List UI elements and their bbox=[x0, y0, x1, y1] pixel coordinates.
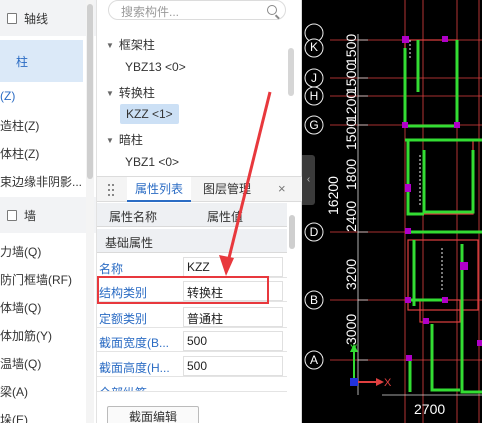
ucs-x-label: X bbox=[384, 377, 392, 389]
prop-scroll-thumb[interactable] bbox=[289, 215, 295, 249]
tree-scrollbar[interactable] bbox=[288, 24, 294, 174]
close-icon[interactable]: × bbox=[278, 181, 286, 196]
tree-group-transfer-column[interactable]: ▼ 转换柱 bbox=[106, 84, 155, 101]
prop-row-all-rebar: 全部纵筋 bbox=[97, 380, 287, 392]
left-nav: 轴线 柱 (Z) 造柱(Z) 体柱(Z) 束边缘非阴影... 墙 力墙(Q) 防… bbox=[0, 0, 97, 423]
prop-scrollbar[interactable] bbox=[289, 215, 295, 355]
axis-label-g: G bbox=[309, 118, 318, 132]
axis-label-h: H bbox=[310, 89, 319, 103]
axis-label-j: J bbox=[311, 71, 317, 85]
nav-item-insulation-wall[interactable]: 温墙(Q) bbox=[0, 355, 41, 372]
prop-value-section-width[interactable]: 500 bbox=[183, 331, 283, 351]
caret-down-icon[interactable]: ▼ bbox=[106, 136, 114, 145]
prop-section-title: 基础属性 bbox=[105, 236, 154, 250]
axis-label-a: A bbox=[310, 353, 318, 367]
dim-1800: 1800 bbox=[343, 159, 359, 190]
tree-scroll-thumb[interactable] bbox=[288, 48, 294, 96]
prop-row-section-width: 截面宽度(B... 500 bbox=[97, 330, 287, 352]
tab-layer-manage[interactable]: 图层管理 bbox=[195, 177, 259, 202]
dim-1500-a: 1500 bbox=[343, 34, 359, 65]
tree-item-ybz13[interactable]: YBZ13 <0> bbox=[125, 60, 186, 74]
collapse-panel-button[interactable]: ‹ bbox=[302, 155, 315, 205]
axis-label-k: K bbox=[310, 40, 318, 54]
nav-item-protective-frame-wall[interactable]: 防门框墙(RF) bbox=[0, 271, 72, 288]
nav-item-wall-pier[interactable]: 垛(E) bbox=[0, 411, 28, 423]
prop-section-basic[interactable]: 基础属性 bbox=[97, 229, 287, 253]
prop-row-name: 名称 KZZ bbox=[97, 256, 287, 278]
nav-group-axis[interactable]: 轴线 bbox=[0, 0, 96, 36]
nav-scroll-thumb[interactable] bbox=[87, 4, 93, 179]
dim-3200: 3200 bbox=[343, 259, 359, 290]
ucs-y-label: Y bbox=[350, 343, 358, 355]
prop-value-structure-type[interactable]: 转换柱 bbox=[183, 281, 283, 301]
tree-item-kzz[interactable]: KZZ <1> bbox=[120, 104, 179, 124]
wall-icon bbox=[7, 209, 17, 221]
search-icon[interactable] bbox=[267, 5, 277, 15]
tree-group-frame-column[interactable]: ▼ 框架柱 bbox=[106, 36, 155, 53]
cad-canvas[interactable]: K J H G D B A 1500 1500 1200 1500 1800 2… bbox=[302, 0, 482, 423]
nav-item-masonry-wall[interactable]: 体墙(Q) bbox=[0, 299, 41, 316]
prop-row-structure-type: 结构类别 转换柱 bbox=[97, 280, 287, 302]
prop-col-value: 属性值 bbox=[207, 210, 244, 224]
ucs-icon: Y X bbox=[350, 343, 392, 389]
dim-16200: 16200 bbox=[325, 176, 341, 215]
caret-down-icon[interactable]: ▼ bbox=[106, 89, 114, 98]
nav-item-column-z[interactable]: (Z) bbox=[0, 89, 15, 103]
dim-1500-b: 1500 bbox=[343, 63, 359, 94]
nav-item-edge-nonshadow[interactable]: 束边缘非阴影... bbox=[0, 173, 82, 190]
tree-group-hidden-column[interactable]: ▼ 暗柱 bbox=[106, 131, 143, 148]
nav-group-wall[interactable]: 墙 bbox=[0, 197, 96, 233]
nav-item-masonry-reinforcement[interactable]: 体加筋(Y) bbox=[0, 327, 52, 344]
prop-value-quota-type[interactable]: 普通柱 bbox=[183, 307, 283, 327]
axis-label-d: D bbox=[310, 225, 319, 239]
prop-row-quota-type: 定额类别 普通柱 bbox=[97, 306, 287, 328]
nav-group-wall-label: 墙 bbox=[24, 208, 37, 223]
cad-drawing[interactable]: K J H G D B A 1500 1500 1200 1500 1800 2… bbox=[302, 0, 482, 423]
dim-1500-c: 1500 bbox=[343, 119, 359, 150]
drag-grip-icon[interactable] bbox=[108, 184, 114, 196]
tree-item-ybz1[interactable]: YBZ1 <0> bbox=[125, 155, 179, 169]
component-panel: 搜索构件... ▼ 框架柱 YBZ13 <0> ▼ 转换柱 KZZ <1> ▼ 暗柱 … bbox=[97, 0, 302, 423]
dim-2700: 2700 bbox=[414, 401, 445, 417]
nav-group-column-label: 柱 bbox=[16, 54, 29, 69]
prop-value-name[interactable]: KZZ bbox=[183, 257, 283, 277]
dim-1200: 1200 bbox=[343, 91, 359, 122]
axis-icon bbox=[7, 12, 17, 24]
nav-item-masonry-column[interactable]: 体柱(Z) bbox=[0, 145, 39, 162]
tab-property-list[interactable]: 属性列表 bbox=[127, 177, 192, 202]
nav-item-wall-beam[interactable]: 梁(A) bbox=[0, 383, 28, 400]
tab-bar: 属性列表 图层管理 × bbox=[97, 176, 302, 202]
nav-group-axis-label: 轴线 bbox=[24, 11, 49, 26]
nav-scrollbar[interactable] bbox=[86, 0, 94, 423]
prop-row-section-height: 截面高度(H... 500 bbox=[97, 355, 287, 377]
prop-table-header: 属性名称 属性值 bbox=[97, 203, 287, 227]
chevron-left-icon: ‹ bbox=[306, 174, 311, 185]
caret-down-icon[interactable]: ▼ bbox=[106, 41, 114, 50]
prop-col-name: 属性名称 bbox=[109, 210, 158, 224]
nav-item-construct-column[interactable]: 造柱(Z) bbox=[0, 117, 39, 134]
section-edit-button[interactable]: 截面编辑 bbox=[107, 406, 199, 423]
nav-item-shear-wall[interactable]: 力墙(Q) bbox=[0, 243, 41, 260]
dim-2400: 2400 bbox=[343, 201, 359, 232]
axis-label-b: B bbox=[310, 293, 318, 307]
nav-group-column[interactable]: 柱 bbox=[0, 40, 83, 82]
search-box[interactable]: 搜索构件... bbox=[108, 0, 286, 20]
prop-value-section-height[interactable]: 500 bbox=[183, 356, 283, 376]
search-input[interactable]: 搜索构件... bbox=[121, 3, 179, 20]
dim-3000: 3000 bbox=[343, 314, 359, 345]
